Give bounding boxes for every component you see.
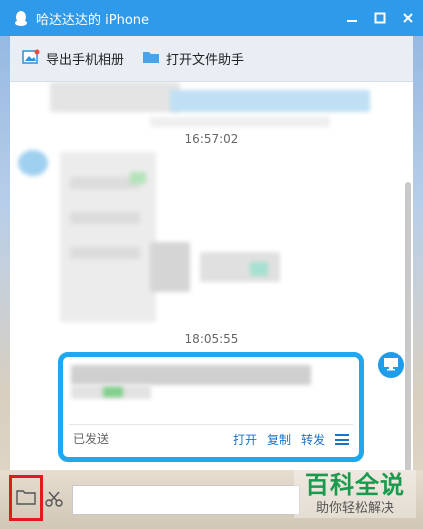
chat-area[interactable]: 16:57:02 18:05:55 已发送 打开 复制 转发 bbox=[10, 82, 413, 470]
photo-export-icon bbox=[22, 49, 40, 68]
forward-button[interactable]: 转发 bbox=[301, 431, 325, 448]
open-file-assistant-button[interactable]: 打开文件助手 bbox=[142, 49, 244, 68]
copy-button[interactable]: 复制 bbox=[267, 431, 291, 448]
timestamp: 18:05:55 bbox=[184, 332, 239, 346]
watermark-title: 百科全说 bbox=[305, 471, 405, 499]
blurred-avatar bbox=[18, 150, 48, 176]
blurred-file-thumbnail bbox=[103, 387, 123, 397]
timestamp: 16:57:02 bbox=[184, 132, 239, 146]
qq-penguin-icon bbox=[12, 8, 30, 28]
blurred-content bbox=[130, 172, 146, 184]
app-window: 哈达达达的 iPhone 导出手机相册 打开文件助手 16:57:02 18:0… bbox=[0, 0, 423, 529]
watermark-subtitle: 助你轻松解决 bbox=[315, 501, 394, 516]
blurred-content bbox=[50, 82, 180, 112]
folder-icon bbox=[16, 489, 36, 508]
sent-file-card[interactable]: 已发送 打开 复制 转发 bbox=[58, 352, 364, 462]
blurred-file-thumbnail bbox=[71, 365, 311, 385]
close-icon[interactable] bbox=[401, 11, 415, 25]
open-file-assistant-label: 打开文件助手 bbox=[166, 53, 245, 68]
sent-status: 已发送 bbox=[73, 432, 110, 446]
export-photos-label: 导出手机相册 bbox=[46, 53, 125, 68]
folder-icon bbox=[142, 49, 160, 68]
blurred-content bbox=[200, 252, 280, 282]
open-button[interactable]: 打开 bbox=[233, 431, 257, 448]
export-photos-button[interactable]: 导出手机相册 bbox=[22, 49, 124, 68]
window-title: 哈达达达的 iPhone bbox=[36, 12, 150, 28]
scissors-icon[interactable] bbox=[45, 490, 63, 508]
minimize-icon[interactable] bbox=[345, 11, 359, 25]
watermark: 百科全说 助你轻松解决 bbox=[294, 470, 416, 518]
message-input[interactable] bbox=[72, 485, 300, 515]
blurred-content bbox=[170, 90, 370, 112]
blurred-content bbox=[250, 262, 268, 276]
blurred-content bbox=[70, 212, 140, 224]
toolbar: 导出手机相册 打开文件助手 bbox=[10, 36, 413, 82]
menu-icon[interactable] bbox=[335, 434, 349, 445]
send-file-button[interactable] bbox=[9, 475, 43, 521]
card-divider bbox=[69, 424, 353, 425]
title-bar: 哈达达达的 iPhone bbox=[0, 0, 423, 36]
blurred-content bbox=[150, 117, 330, 127]
blurred-content bbox=[150, 242, 190, 292]
monitor-icon bbox=[383, 357, 399, 374]
chat-scrollbar[interactable] bbox=[405, 182, 411, 470]
blurred-content bbox=[70, 247, 140, 259]
pc-avatar bbox=[378, 352, 404, 378]
maximize-icon[interactable] bbox=[373, 11, 387, 25]
